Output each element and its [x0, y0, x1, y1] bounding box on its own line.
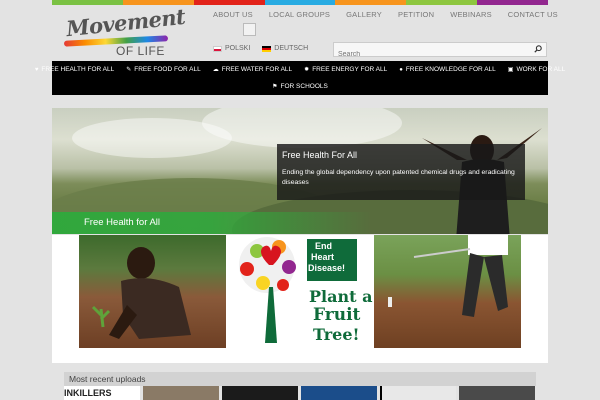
cloud-icon: ☁: [212, 67, 219, 73]
nav-label: FOR SCHOOLS: [280, 83, 328, 90]
color-strip: [52, 0, 549, 5]
hero-label[interactable]: Free Health for All: [52, 212, 372, 234]
thumbnail-digging[interactable]: [374, 235, 521, 348]
nav-label: FREE FOOD FOR ALL: [134, 66, 201, 73]
nav-contact-us[interactable]: CONTACT US: [500, 10, 566, 19]
recent-uploads-title: Most recent uploads: [64, 372, 536, 386]
featured-thumbnails: End Heart Disease! Plant a Fruit Tree!: [52, 235, 548, 363]
nav-free-energy[interactable]: ✹ FREE ENERGY FOR ALL: [298, 66, 393, 73]
gear-icon: ✹: [304, 67, 310, 73]
recent-thumb[interactable]: [143, 386, 219, 400]
recent-thumb[interactable]: [380, 386, 456, 400]
poster-text: Heart: [311, 252, 335, 262]
thumbnail-planting-child[interactable]: [79, 235, 226, 348]
cloud-shape: [202, 108, 402, 148]
language-polski[interactable]: POLSKI: [213, 45, 250, 52]
nav-label: WORK FOR ALL: [516, 66, 566, 73]
small-checkbox[interactable]: [243, 23, 256, 36]
language-label: DEUTSCH: [274, 45, 309, 52]
child-planting-image: [91, 247, 191, 339]
poster-text: End: [315, 241, 332, 251]
nav-label: FREE ENERGY FOR ALL: [312, 66, 388, 73]
poster-text: Disease!: [308, 263, 346, 273]
poster-text: Fruit: [313, 305, 361, 325]
site-logo[interactable]: Movement OF LIFE: [62, 4, 186, 58]
poster-text: Tree!: [313, 325, 360, 344]
main-nav-row: ⚑ FOR SCHOOLS: [52, 78, 548, 95]
nav-label: FREE HEALTH FOR ALL: [41, 66, 115, 73]
nav-label: FREE WATER FOR ALL: [221, 66, 293, 73]
germany-flag-icon: [262, 45, 272, 52]
main-navigation: ♥ FREE HEALTH FOR ALL ✎ FREE FOOD FOR ALL …: [35, 61, 565, 95]
search-input[interactable]: [334, 48, 524, 61]
search-icon[interactable]: [534, 45, 542, 53]
language-deutsch[interactable]: DEUTSCH: [262, 45, 308, 52]
language-label: POLSKI: [225, 45, 251, 52]
main-nav-row: ♥ FREE HEALTH FOR ALL ✎ FREE FOOD FOR ALL …: [35, 61, 565, 78]
recent-thumb[interactable]: [459, 386, 535, 400]
logo-subtitle: OF LIFE: [116, 44, 165, 58]
recent-thumb[interactable]: [301, 386, 377, 400]
search-box: [333, 42, 547, 61]
flag-icon: ⚑: [272, 84, 278, 90]
nav-gallery[interactable]: GALLERY: [338, 10, 390, 19]
nav-local-groups[interactable]: LOCAL GROUPS: [261, 10, 338, 19]
nav-label: FREE KNOWLEDGE FOR ALL: [405, 66, 496, 73]
nav-for-schools[interactable]: ⚑ FOR SCHOOLS: [266, 83, 334, 90]
thumbnail-plant-a-fruit-tree[interactable]: End Heart Disease! Plant a Fruit Tree!: [227, 235, 374, 348]
nav-work-for-all[interactable]: ▣ WORK FOR ALL: [502, 66, 571, 73]
fork-icon: ✎: [126, 67, 132, 73]
lightbulb-icon: ●: [399, 66, 403, 73]
recent-thumb[interactable]: [222, 386, 298, 400]
poland-flag-icon: [213, 45, 222, 52]
logo-word: Movement: [65, 3, 187, 42]
nav-free-water[interactable]: ☁ FREE WATER FOR ALL: [207, 66, 298, 73]
recent-thumb[interactable]: INKILLERS: [64, 386, 140, 400]
recent-uploads-strip: INKILLERS: [64, 386, 536, 400]
language-switcher: POLSKI DEUTSCH: [213, 45, 308, 52]
nav-about-us[interactable]: ABOUT US: [205, 10, 261, 19]
poster-text: Plant a: [309, 287, 373, 306]
hero-caption: Free Health For All Ending the global de…: [277, 144, 525, 200]
heart-icon: ♥: [34, 66, 39, 73]
nav-free-food[interactable]: ✎ FREE FOOD FOR ALL: [120, 66, 207, 73]
hero-caption-text: Ending the global dependency upon patent…: [282, 169, 515, 186]
nav-webinars[interactable]: WEBINARS: [442, 10, 500, 19]
nav-free-knowledge[interactable]: ● FREE KNOWLEDGE FOR ALL: [393, 66, 502, 73]
top-navigation: ABOUT US LOCAL GROUPS GALLERY PETITION W…: [205, 10, 566, 19]
hero-caption-title: Free Health For All: [282, 150, 358, 160]
nav-free-health[interactable]: ♥ FREE HEALTH FOR ALL: [29, 66, 120, 73]
nav-petition[interactable]: PETITION: [390, 10, 442, 19]
briefcase-icon: ▣: [507, 67, 514, 73]
people-digging-image: [388, 235, 508, 317]
